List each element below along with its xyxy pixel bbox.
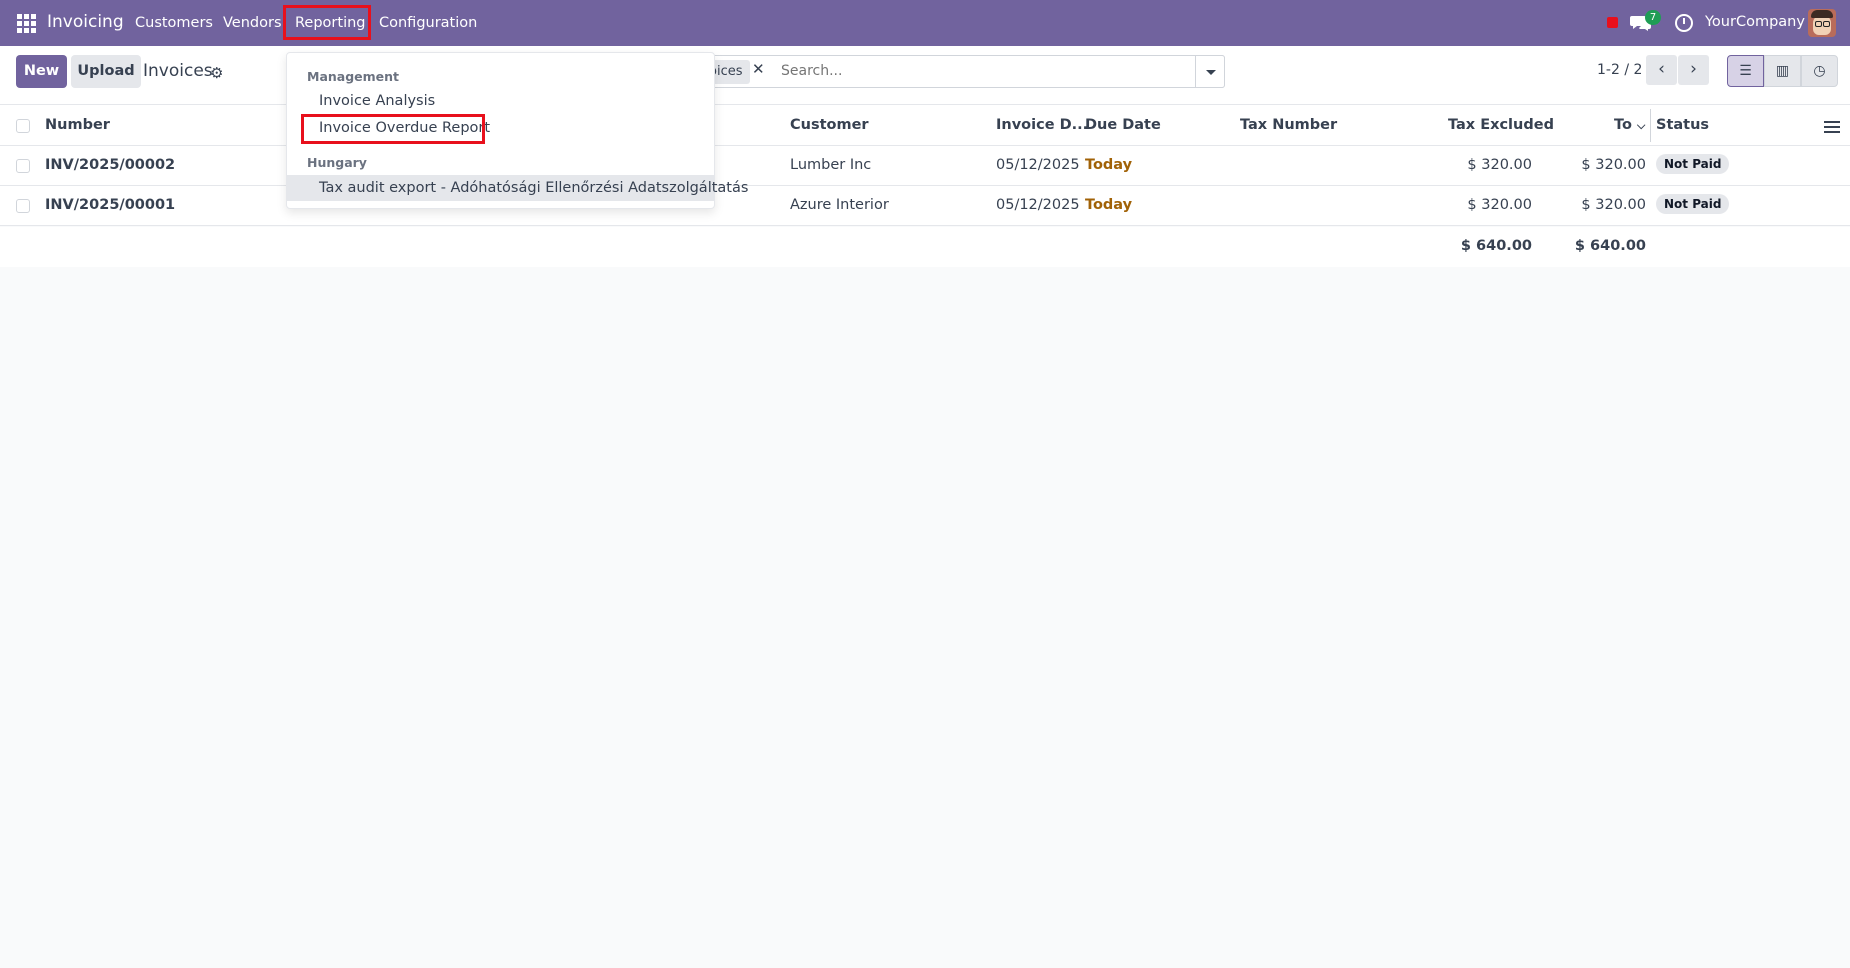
col-invoice-date[interactable]: Invoice D... — [996, 117, 1088, 133]
select-all-checkbox[interactable] — [16, 119, 30, 133]
sort-chevron-down-icon: ⌵ — [1637, 119, 1646, 132]
reporting-highlight-box — [283, 5, 371, 40]
col-tax-number[interactable]: Tax Number — [1240, 117, 1337, 133]
page-title: Invoices — [143, 61, 213, 81]
apps-grid-icon[interactable] — [17, 14, 36, 33]
activity-clock-icon[interactable] — [1675, 14, 1693, 32]
chevron-left-icon[interactable]: ‹ — [1646, 55, 1677, 85]
company-switcher[interactable]: YourCompany — [1705, 14, 1805, 30]
kanban-view-icon[interactable]: ▥ — [1764, 55, 1801, 87]
status-badge: Not Paid — [1656, 154, 1730, 174]
menu-configuration[interactable]: Configuration — [379, 15, 477, 31]
chevron-right-icon[interactable]: › — [1678, 55, 1709, 85]
totals-row: $ 640.00 $ 640.00 — [0, 227, 1850, 267]
reporting-dropdown: Management Invoice Analysis Invoice Over… — [286, 52, 748, 209]
activity-view-icon[interactable]: ◷ — [1801, 55, 1838, 87]
cell-number: INV/2025/00001 — [45, 197, 176, 213]
new-button[interactable]: New — [16, 55, 67, 88]
recording-indicator-icon[interactable] — [1607, 17, 1618, 28]
row-checkbox[interactable] — [16, 199, 30, 213]
total-amount: $ 640.00 — [1574, 238, 1646, 254]
search-input[interactable] — [781, 63, 1181, 79]
dropdown-section-management: Management — [307, 69, 400, 84]
search-options-toggle[interactable] — [1195, 55, 1225, 88]
menu-item-tax-audit-export[interactable]: Tax audit export - Adóhatósági Ellenőrzé… — [287, 175, 748, 201]
menu-customers[interactable]: Customers — [135, 15, 213, 31]
top-navbar: Invoicing Customers Vendors Reporting Co… — [0, 0, 1850, 46]
optional-columns-icon[interactable] — [1824, 119, 1840, 133]
cell-tax-excluded: $ 320.00 — [1467, 157, 1532, 173]
cell-tax-excluded: $ 320.00 — [1467, 197, 1532, 213]
cell-due-date: Today — [1085, 157, 1133, 173]
cell-customer: Azure Interior — [790, 197, 889, 213]
cell-number: INV/2025/00002 — [45, 157, 176, 173]
col-number[interactable]: Number — [45, 117, 110, 133]
table-header: Number Customer Invoice D... Due Date Ta… — [0, 105, 1850, 146]
column-resizer[interactable] — [1650, 109, 1651, 142]
overdue-report-highlight-box — [301, 114, 485, 144]
col-total-label: To — [1614, 117, 1632, 133]
avatar[interactable] — [1808, 9, 1836, 37]
col-customer[interactable]: Customer — [790, 117, 869, 133]
cell-invoice-date: 05/12/2025 — [996, 197, 1080, 213]
menu-vendors[interactable]: Vendors — [223, 15, 282, 31]
upload-button[interactable]: Upload — [71, 55, 141, 88]
list-view-icon[interactable]: ☰ — [1727, 55, 1764, 87]
col-tax-excluded[interactable]: Tax Excluded — [1448, 117, 1554, 133]
cell-total: $ 320.00 — [1581, 197, 1646, 213]
cell-due-date: Today — [1085, 197, 1133, 213]
col-due-date[interactable]: Due Date — [1085, 117, 1161, 133]
table-row[interactable]: INV/2025/00002 Lumber Inc 05/12/2025 Tod… — [0, 146, 1850, 186]
menu-item-invoice-analysis[interactable]: Invoice Analysis — [319, 93, 435, 109]
row-checkbox[interactable] — [16, 159, 30, 173]
col-status[interactable]: Status — [1656, 117, 1709, 133]
cell-invoice-date: 05/12/2025 — [996, 157, 1080, 173]
pager-value[interactable]: 1-2 / 2 — [1597, 62, 1642, 78]
col-total[interactable]: To ⌵ — [1614, 117, 1645, 133]
cell-customer: Lumber Inc — [790, 157, 872, 173]
cell-total: $ 320.00 — [1581, 157, 1646, 173]
control-panel: New Upload Invoices ⚙ oices ✕ 1-2 / 2 ‹ … — [0, 46, 1850, 105]
total-tax-excluded: $ 640.00 — [1460, 238, 1532, 254]
chat-count-badge: 7 — [1645, 10, 1661, 25]
close-icon[interactable]: ✕ — [752, 60, 765, 78]
table-row[interactable]: INV/2025/00001 Azure Interior 05/12/2025… — [0, 186, 1850, 226]
gear-icon[interactable]: ⚙ — [210, 64, 223, 82]
app-brand[interactable]: Invoicing — [47, 12, 124, 32]
status-badge: Not Paid — [1656, 194, 1730, 214]
search-bar[interactable]: oices ✕ — [700, 55, 1225, 88]
dropdown-section-hungary: Hungary — [307, 155, 367, 170]
